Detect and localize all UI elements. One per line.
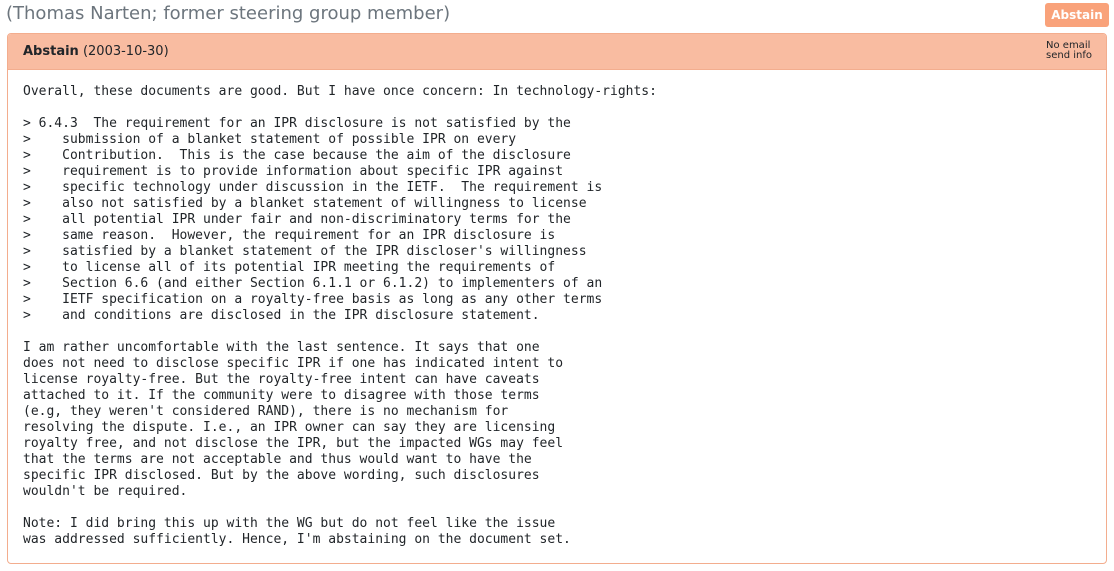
reviewer-name: (Thomas Narten; former steering group me… [6,3,451,24]
ballot-card-body: Overall, these documents are good. But I… [8,70,1106,548]
ballot-date: (2003-10-30) [82,44,169,59]
ballot-title: Abstain (2003-10-30) [23,44,169,59]
ballot-card: Abstain (2003-10-30) No email send info … [7,33,1107,564]
reviewer-header: (Thomas Narten; former steering group me… [0,0,1114,30]
email-info: No email send info [1046,41,1092,61]
ballot-comment: Overall, these documents are good. But I… [23,84,657,547]
ballot-position-page: (Thomas Narten; former steering group me… [0,0,1114,571]
ballot-card-header: Abstain (2003-10-30) No email send info [8,34,1106,70]
email-info-line2: send info [1046,50,1092,61]
position-badge: Abstain [1045,3,1109,27]
ballot-position: Abstain [23,44,79,59]
